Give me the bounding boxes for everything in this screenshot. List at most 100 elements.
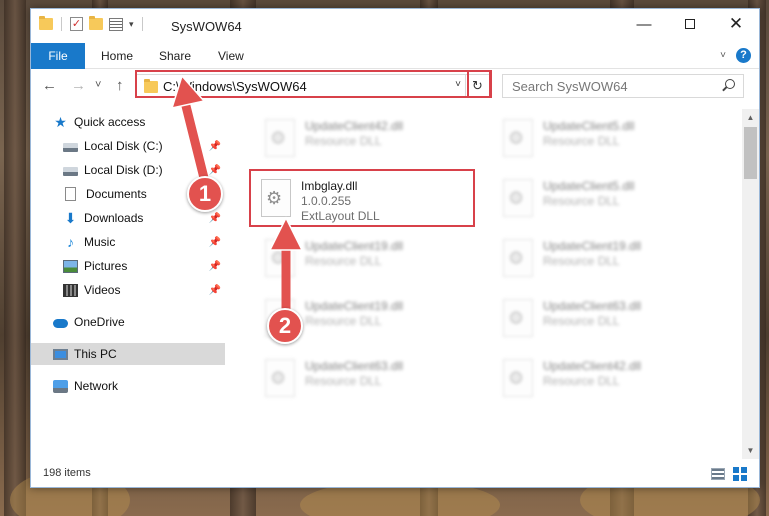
- sidebar-item-label: Videos: [84, 283, 121, 297]
- sidebar-item-label: Documents: [86, 187, 147, 201]
- file-description: Resource DLL: [305, 134, 382, 148]
- toolbar-separator: [141, 17, 143, 31]
- file-description: Resource DLL: [543, 374, 620, 388]
- quick-access-toolbar: ✓ ▾: [39, 16, 145, 31]
- sidebar-item-label: Local Disk (D:): [84, 163, 163, 177]
- large-icons-view-icon[interactable]: [733, 467, 747, 481]
- list-item[interactable]: UpdateClient63.dll Resource DLL: [493, 291, 719, 347]
- new-folder-icon[interactable]: [89, 16, 103, 30]
- navigation-pane: ★ Quick access Local Disk (C:) 📌 Local D…: [31, 109, 225, 459]
- sidebar-item-label: Quick access: [74, 115, 146, 129]
- list-item[interactable]: UpdateClient63.dll Resource DLL: [255, 351, 481, 407]
- sidebar-item-videos[interactable]: Videos 📌: [31, 279, 225, 301]
- file-name: UpdateClient19.dll: [305, 299, 404, 313]
- scroll-up-arrow-icon[interactable]: ▲: [742, 109, 759, 126]
- step-2-badge: 2: [267, 308, 303, 344]
- file-description: Resource DLL: [305, 374, 382, 388]
- documents-icon: [65, 187, 76, 201]
- sidebar-item-pictures[interactable]: Pictures 📌: [31, 255, 225, 277]
- file-description: Resource DLL: [543, 254, 620, 268]
- forward-button[interactable]: →: [71, 77, 86, 94]
- help-icon[interactable]: ?: [736, 48, 751, 63]
- highlighted-file-item[interactable]: Imbglay.dll 1.0.0.255 ExtLayout DLL: [249, 169, 475, 227]
- list-item[interactable]: UpdateClient42.dll Resource DLL: [493, 351, 719, 407]
- expand-ribbon-chevron-icon[interactable]: ˅: [720, 50, 726, 61]
- minimize-button[interactable]: —: [621, 9, 667, 39]
- search-placeholder: Search SysWOW64: [512, 79, 628, 94]
- scroll-down-arrow-icon[interactable]: ▼: [742, 442, 759, 459]
- toolbar-separator: [61, 17, 62, 31]
- sidebar-item-onedrive[interactable]: OneDrive: [31, 311, 225, 333]
- sidebar-item-this-pc[interactable]: This PC: [31, 343, 225, 365]
- up-button[interactable]: ↑: [116, 77, 124, 94]
- rename-icon[interactable]: [109, 17, 123, 31]
- search-icon[interactable]: [725, 79, 735, 89]
- list-item[interactable]: UpdateClient19.dll Resource DLL: [493, 231, 719, 287]
- file-list: UpdateClient42.dll Resource DLL Imbglay.…: [227, 109, 740, 459]
- list-item[interactable]: UpdateClient42.dll Resource DLL: [255, 111, 481, 167]
- sidebar-item-quick-access[interactable]: ★ Quick access: [31, 111, 225, 133]
- file-name: UpdateClient63.dll: [543, 299, 642, 313]
- details-view-icon[interactable]: [711, 468, 725, 480]
- pin-icon: 📌: [208, 164, 221, 176]
- tab-file[interactable]: File: [31, 43, 85, 69]
- sidebar-item-network[interactable]: Network: [31, 375, 225, 397]
- sidebar-item-label: OneDrive: [74, 315, 125, 329]
- file-name: UpdateClient19.dll: [543, 239, 642, 253]
- close-button[interactable]: ✕: [713, 9, 759, 39]
- back-button[interactable]: ←: [42, 77, 57, 94]
- maximize-button[interactable]: [667, 9, 713, 39]
- videos-icon: [63, 283, 78, 297]
- dll-file-icon: [503, 359, 533, 397]
- file-name: UpdateClient5.dll: [543, 119, 635, 133]
- dll-file-icon: [261, 179, 291, 217]
- window-title: SysWOW64: [171, 19, 242, 34]
- drive-icon: [63, 167, 78, 176]
- tab-view[interactable]: View: [218, 43, 244, 69]
- sidebar-item-local-disk-c[interactable]: Local Disk (C:) 📌: [31, 135, 225, 157]
- ribbon-tabs: File Home Share View ˅ ?: [31, 43, 759, 69]
- list-item[interactable]: UpdateClient19.dll Resource DLL: [255, 231, 481, 287]
- ribbon-controls: ˅ ?: [720, 48, 751, 63]
- item-count: 198 items: [43, 467, 91, 479]
- dll-file-icon: [265, 119, 295, 157]
- step-1-badge: 1: [187, 176, 223, 212]
- sidebar-item-downloads[interactable]: ⬇ Downloads 📌: [31, 207, 225, 229]
- dll-file-icon: [265, 239, 295, 277]
- file-description: Resource DLL: [543, 134, 620, 148]
- refresh-highlight: [467, 70, 491, 98]
- music-icon: ♪: [67, 233, 74, 250]
- file-name: UpdateClient5.dll: [543, 179, 635, 193]
- file-description: Resource DLL: [543, 194, 620, 208]
- tab-share[interactable]: Share: [159, 43, 191, 69]
- pictures-icon: [63, 259, 78, 273]
- tab-home[interactable]: Home: [101, 43, 133, 69]
- file-name: UpdateClient42.dll: [543, 359, 642, 373]
- sidebar-item-music[interactable]: ♪ Music 📌: [31, 231, 225, 253]
- pin-icon: 📌: [208, 212, 221, 224]
- folder-icon: [39, 16, 53, 30]
- file-name: UpdateClient19.dll: [305, 239, 404, 253]
- search-input[interactable]: Search SysWOW64: [502, 74, 744, 98]
- properties-check-icon[interactable]: ✓: [70, 17, 83, 31]
- sidebar-item-label: Pictures: [84, 259, 128, 273]
- sidebar-item-label: Network: [74, 379, 119, 393]
- scroll-thumb[interactable]: [744, 127, 757, 179]
- dll-file-icon: [503, 239, 533, 277]
- pin-icon: 📌: [208, 284, 221, 296]
- list-item[interactable]: UpdateClient5.dll Resource DLL: [493, 111, 719, 167]
- file-name: Imbglay.dll: [301, 179, 358, 193]
- title-bar: ✓ ▾ SysWOW64 — ✕: [31, 9, 759, 41]
- file-version: 1.0.0.255: [301, 194, 352, 208]
- list-item[interactable]: UpdateClient5.dll Resource DLL: [493, 171, 719, 227]
- file-description: Resource DLL: [305, 254, 382, 268]
- pin-icon: 📌: [208, 260, 221, 272]
- sidebar-item-label: Local Disk (C:): [84, 139, 163, 153]
- vertical-scrollbar[interactable]: ▲ ▼: [742, 109, 759, 459]
- customize-toolbar-arrow-icon[interactable]: ▾: [129, 19, 134, 30]
- file-description: Resource DLL: [305, 314, 382, 328]
- star-icon: ★: [54, 113, 67, 130]
- address-bar-highlight: [135, 70, 492, 98]
- this-pc-icon: [53, 348, 68, 360]
- recent-locations-button[interactable]: ˅: [95, 79, 101, 91]
